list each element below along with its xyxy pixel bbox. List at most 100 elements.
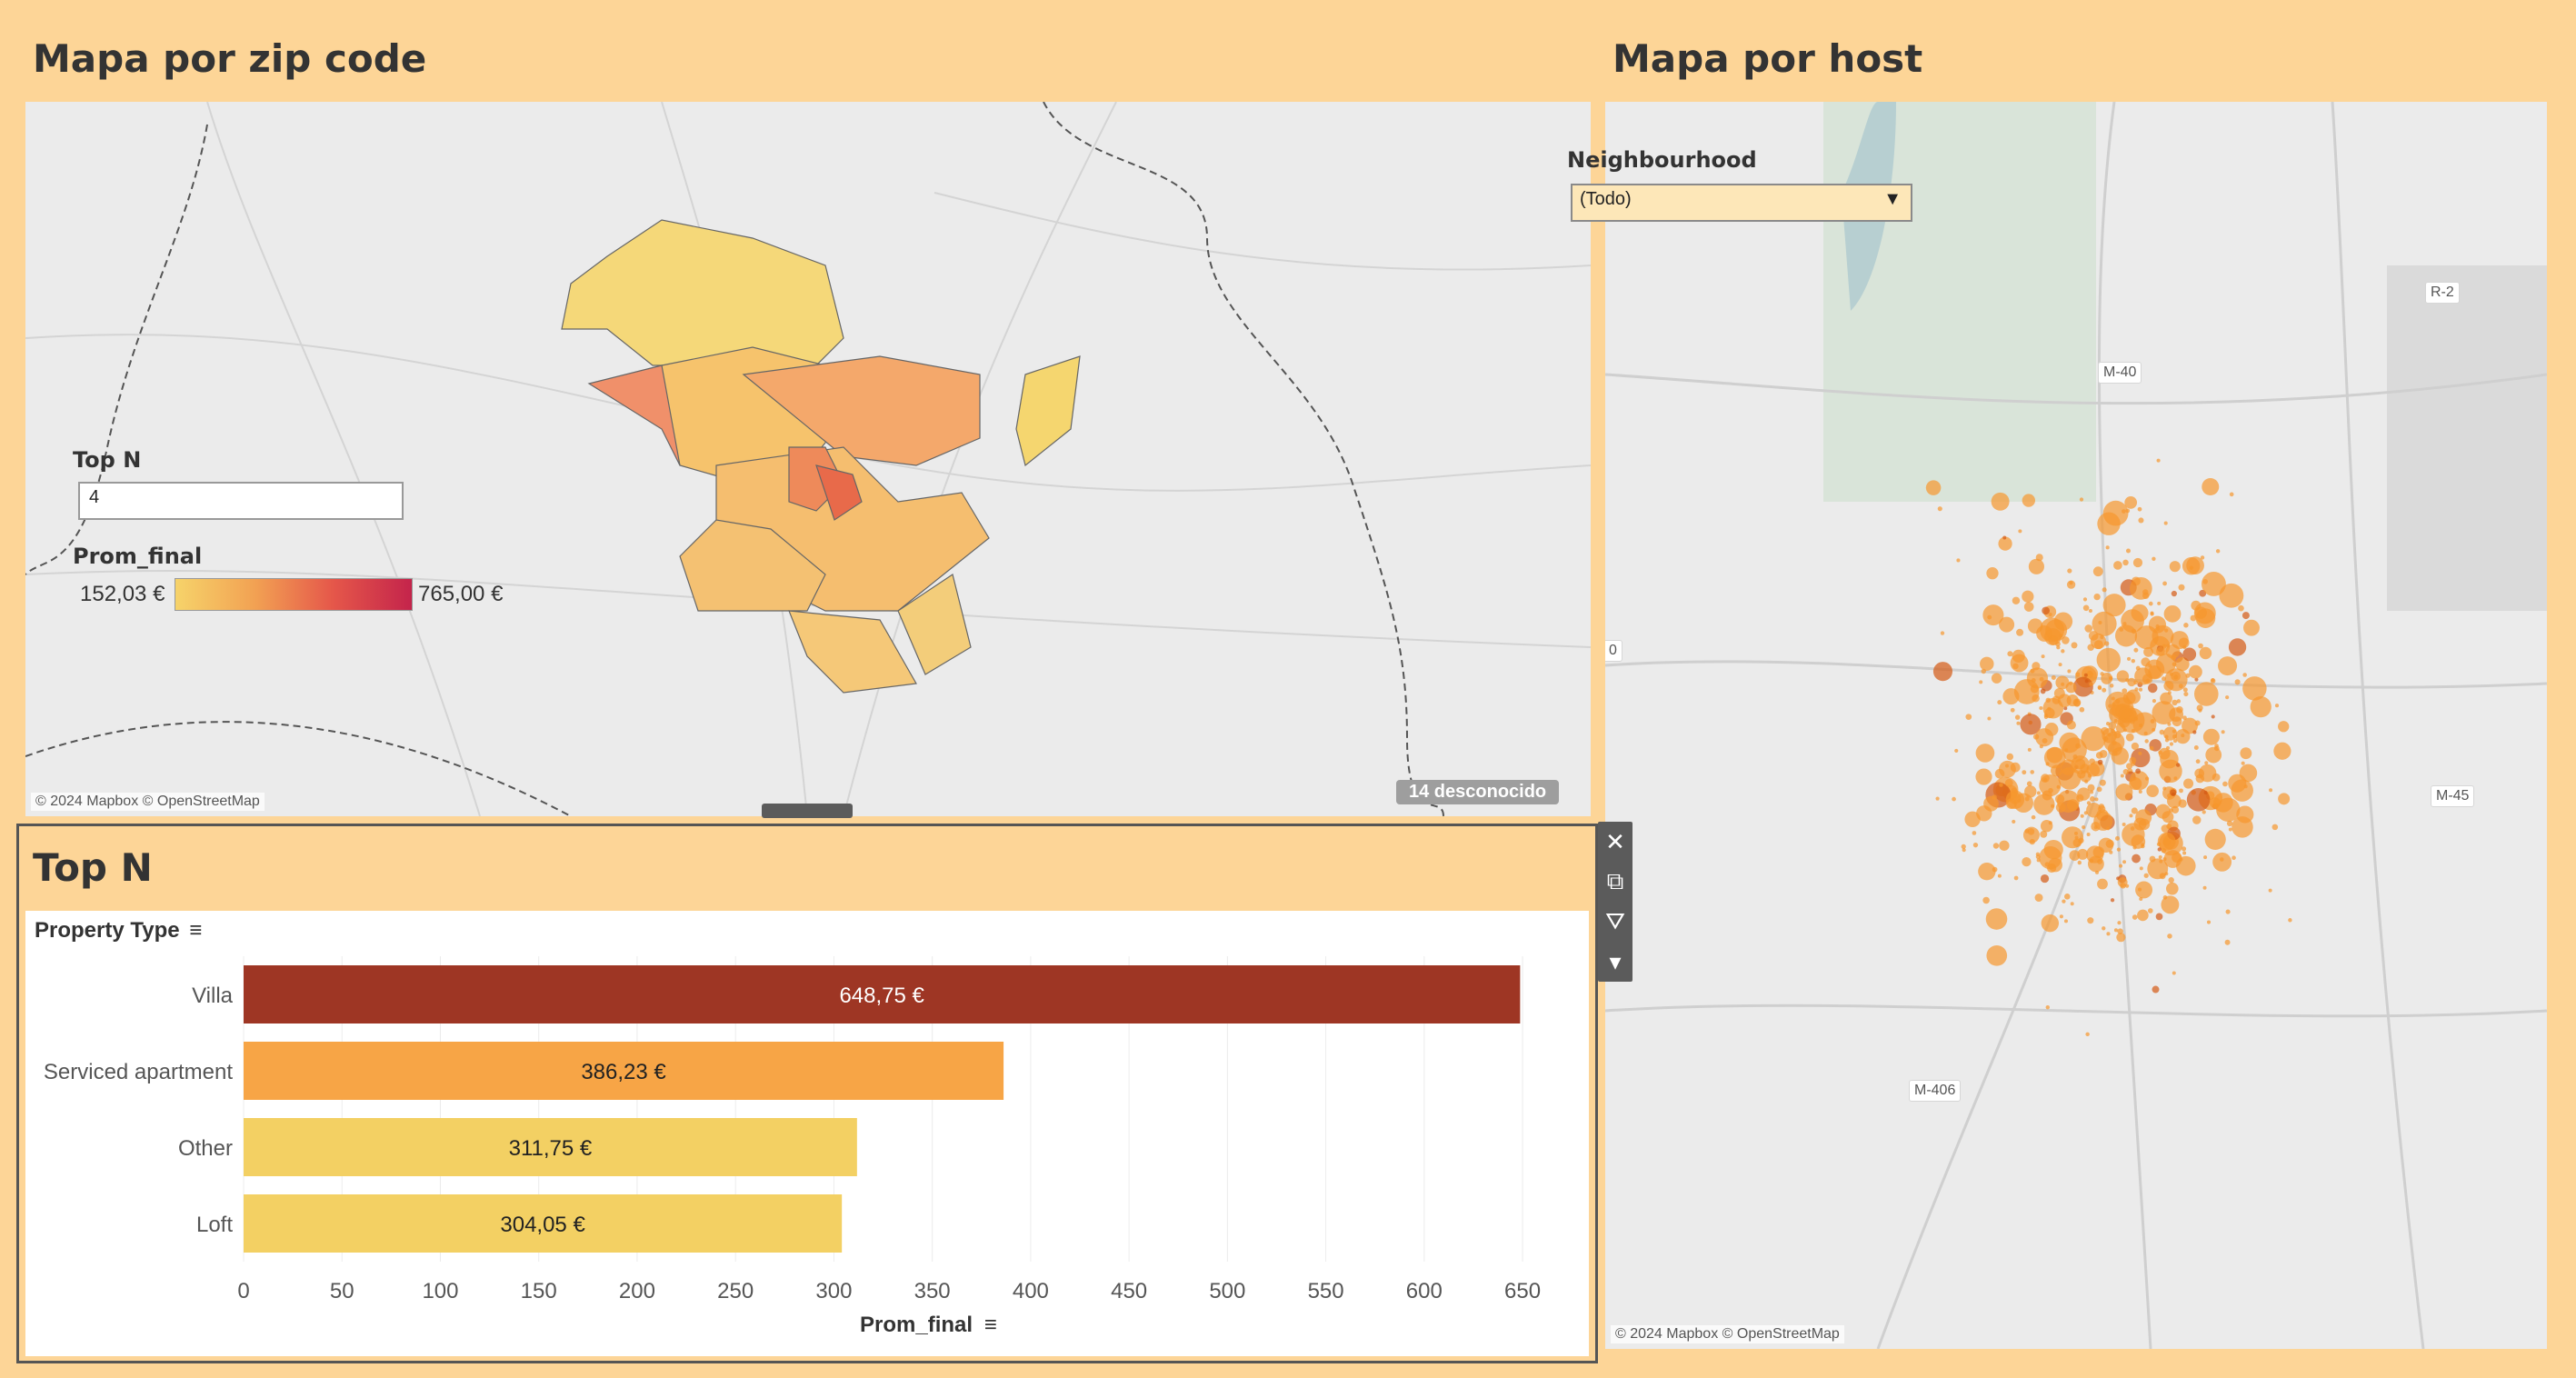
- host-dot[interactable]: [2034, 894, 2043, 903]
- host-dot[interactable]: [2119, 627, 2124, 632]
- host-dot[interactable]: [2084, 779, 2089, 784]
- host-dot[interactable]: [2067, 568, 2072, 574]
- host-dot[interactable]: [2005, 764, 2010, 768]
- host-dot[interactable]: [2137, 909, 2149, 922]
- x-axis-title[interactable]: Prom_final ≡: [860, 1313, 997, 1338]
- host-dot[interactable]: [2002, 535, 2007, 540]
- host-dot[interactable]: [2150, 612, 2154, 616]
- host-dot[interactable]: [2129, 814, 2133, 818]
- host-dot[interactable]: [1983, 795, 1999, 812]
- host-dot[interactable]: [2182, 687, 2188, 693]
- host-dot[interactable]: [2179, 788, 2183, 794]
- host-dot[interactable]: [2043, 839, 2063, 860]
- host-dot[interactable]: [2098, 804, 2105, 810]
- neighbourhood-filter-dropdown[interactable]: (Todo) ▼: [1571, 184, 1912, 222]
- host-dot[interactable]: [1982, 896, 1990, 904]
- host-dot[interactable]: [1999, 840, 2010, 851]
- host-dot[interactable]: [2113, 561, 2122, 570]
- host-dot[interactable]: [2085, 1032, 2090, 1037]
- host-dot[interactable]: [2048, 612, 2052, 616]
- host-dot[interactable]: [2082, 824, 2086, 830]
- host-dot[interactable]: [2229, 492, 2234, 497]
- host-dot[interactable]: [2018, 529, 2022, 534]
- host-dot[interactable]: [2097, 878, 2108, 890]
- host-dot[interactable]: [2183, 778, 2194, 789]
- host-dot[interactable]: [2071, 642, 2078, 649]
- host-dot[interactable]: [2083, 673, 2088, 677]
- host-dot[interactable]: [2192, 730, 2197, 734]
- host-dot[interactable]: [2109, 850, 2113, 854]
- host-dot[interactable]: [2122, 823, 2126, 827]
- host-dot[interactable]: [2212, 803, 2218, 808]
- host-dot[interactable]: [2080, 814, 2084, 818]
- host-dot[interactable]: [2162, 786, 2167, 791]
- host-dot[interactable]: [2152, 556, 2156, 561]
- host-dot[interactable]: [2278, 721, 2290, 733]
- host-dot[interactable]: [1999, 616, 2015, 633]
- host-dot[interactable]: [2099, 749, 2108, 758]
- host-dot[interactable]: [2171, 805, 2180, 814]
- host-dot[interactable]: [2051, 675, 2056, 681]
- host-dot[interactable]: [1999, 783, 2003, 787]
- host-map[interactable]: R-2 M-40 M-45 M-406 0 © 2024 Mapbox © Op…: [1605, 102, 2547, 1349]
- host-dot[interactable]: [1978, 863, 1996, 881]
- host-dot[interactable]: [2152, 624, 2174, 647]
- host-dot[interactable]: [2109, 684, 2114, 688]
- host-dot[interactable]: [2029, 839, 2035, 845]
- host-dot[interactable]: [2102, 687, 2107, 693]
- host-dot[interactable]: [2173, 776, 2178, 781]
- host-dot[interactable]: [1956, 558, 1961, 563]
- host-dot[interactable]: [2132, 854, 2141, 864]
- host-dot[interactable]: [2100, 635, 2104, 640]
- host-dot[interactable]: [2112, 702, 2116, 707]
- host-dot[interactable]: [1972, 831, 1977, 835]
- host-dot[interactable]: [2193, 602, 2216, 624]
- host-dot[interactable]: [2225, 909, 2231, 914]
- zip-map[interactable]: © 2024 Mapbox © OpenStreetMap 14 descono…: [25, 102, 1591, 816]
- host-dot[interactable]: [2082, 597, 2088, 602]
- host-dot[interactable]: [2202, 728, 2220, 745]
- host-dot[interactable]: [1975, 768, 1992, 785]
- host-dot[interactable]: [2039, 774, 2062, 797]
- host-dot[interactable]: [2192, 815, 2202, 824]
- host-dot[interactable]: [2181, 734, 2185, 738]
- host-dot[interactable]: [2026, 781, 2032, 787]
- host-dot[interactable]: [2014, 714, 2021, 720]
- host-dot[interactable]: [2139, 723, 2143, 728]
- host-dot[interactable]: [2059, 914, 2063, 919]
- host-dot[interactable]: [2167, 934, 2172, 939]
- host-dot[interactable]: [1997, 874, 2002, 878]
- host-dot[interactable]: [2099, 779, 2106, 786]
- host-dot[interactable]: [1979, 680, 1983, 684]
- host-dot[interactable]: [2030, 770, 2035, 774]
- host-dot[interactable]: [2007, 651, 2013, 657]
- host-dot[interactable]: [2152, 727, 2156, 732]
- host-dot[interactable]: [2061, 682, 2065, 686]
- host-dot[interactable]: [2090, 796, 2095, 802]
- host-dot[interactable]: [2043, 713, 2048, 717]
- filter-icon[interactable]: ⛛: [1598, 902, 1632, 942]
- host-dot[interactable]: [2162, 857, 2167, 862]
- host-dot[interactable]: [2186, 556, 2204, 574]
- host-dot[interactable]: [2046, 746, 2063, 764]
- host-dot[interactable]: [2125, 678, 2130, 683]
- host-dot[interactable]: [2079, 706, 2085, 713]
- host-dot[interactable]: [2094, 797, 2099, 802]
- host-dot[interactable]: [2113, 731, 2122, 739]
- popout-icon[interactable]: ⧉: [1598, 862, 1632, 902]
- host-dot[interactable]: [2092, 566, 2103, 577]
- host-dot[interactable]: [2093, 640, 2103, 650]
- host-dot[interactable]: [2012, 819, 2016, 824]
- host-dot[interactable]: [2169, 742, 2174, 746]
- host-dot[interactable]: [2178, 637, 2190, 649]
- host-dot[interactable]: [2040, 830, 2048, 838]
- chevron-down-icon[interactable]: ▼: [1883, 189, 1902, 210]
- host-dot[interactable]: [2062, 899, 2066, 904]
- host-dot[interactable]: [2135, 881, 2153, 899]
- host-dot[interactable]: [2022, 590, 2034, 603]
- host-dot[interactable]: [2097, 759, 2103, 765]
- host-dot[interactable]: [2228, 638, 2247, 656]
- host-dot[interactable]: [1975, 744, 1995, 763]
- host-dot[interactable]: [2222, 781, 2228, 787]
- host-dot[interactable]: [2133, 647, 2139, 653]
